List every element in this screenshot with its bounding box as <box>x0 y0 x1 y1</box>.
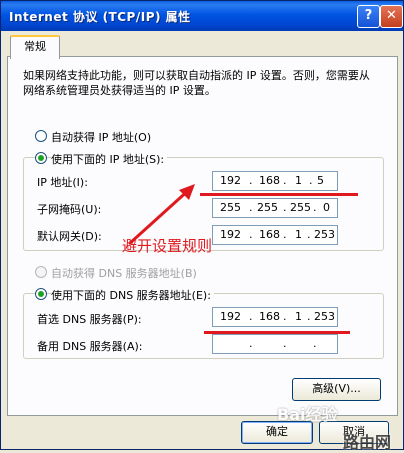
alternate-dns-input[interactable]: . . . <box>212 334 338 354</box>
auto-dns-label[interactable]: 自动获得 DNS 服务器地址(B) <box>51 265 197 281</box>
manual-dns-radio[interactable] <box>35 288 47 300</box>
auto-ip-radio[interactable] <box>35 130 47 142</box>
advanced-button[interactable]: 高级(V)... <box>292 378 381 401</box>
help-button[interactable]: ? <box>357 5 380 28</box>
auto-ip-label[interactable]: 自动获得 IP 地址(O) <box>51 129 151 145</box>
window-title: Internet 协议 (TCP/IP) 属性 <box>9 10 191 24</box>
site-watermark: 路由网 <box>343 433 392 452</box>
close-button[interactable]: ✕ <box>380 5 403 28</box>
default-gateway-input[interactable]: 192. 168. 1. 253 <box>212 225 338 245</box>
close-icon: ✕ <box>386 8 397 23</box>
auto-dns-radio[interactable] <box>35 266 47 278</box>
baidu-watermark: Bai经验 <box>277 405 338 424</box>
manual-ip-radio[interactable] <box>35 152 47 164</box>
subnet-mask-label: 子网掩码(U): <box>37 203 102 216</box>
preferred-dns-input[interactable]: 192. 168. 1. 253 <box>212 307 338 327</box>
preferred-dns-label: 首选 DNS 服务器(P): <box>37 313 142 326</box>
tab-general[interactable]: 常规 <box>10 35 60 59</box>
title-bar[interactable]: Internet 协议 (TCP/IP) 属性 ? ✕ <box>1 1 403 31</box>
dialog-window: Internet 协议 (TCP/IP) 属性 ? ✕ 常规 如果网络支持此功能… <box>0 0 404 452</box>
subnet-mask-input[interactable]: 255. 255. 255. 0 <box>212 198 338 218</box>
alternate-dns-label: 备用 DNS 服务器(A): <box>37 340 143 353</box>
manual-dns-label[interactable]: 使用下面的 DNS 服务器地址(E): <box>51 287 214 303</box>
description-text: 如果网络支持此功能，则可以获取自动指派的 IP 设置。否则，您需要从网络系统管理… <box>23 69 370 97</box>
annotation-text: 避开设置规则 <box>122 237 213 255</box>
underline-ip-address <box>200 193 358 196</box>
underline-preferred-dns <box>204 331 350 334</box>
ip-address-label: IP 地址(I): <box>37 176 88 189</box>
ip-address-input[interactable]: 192. 168. 1. 5 <box>212 171 338 191</box>
default-gateway-label: 默认网关(D): <box>37 230 102 243</box>
manual-ip-label[interactable]: 使用下面的 IP 地址(S): <box>51 151 168 167</box>
